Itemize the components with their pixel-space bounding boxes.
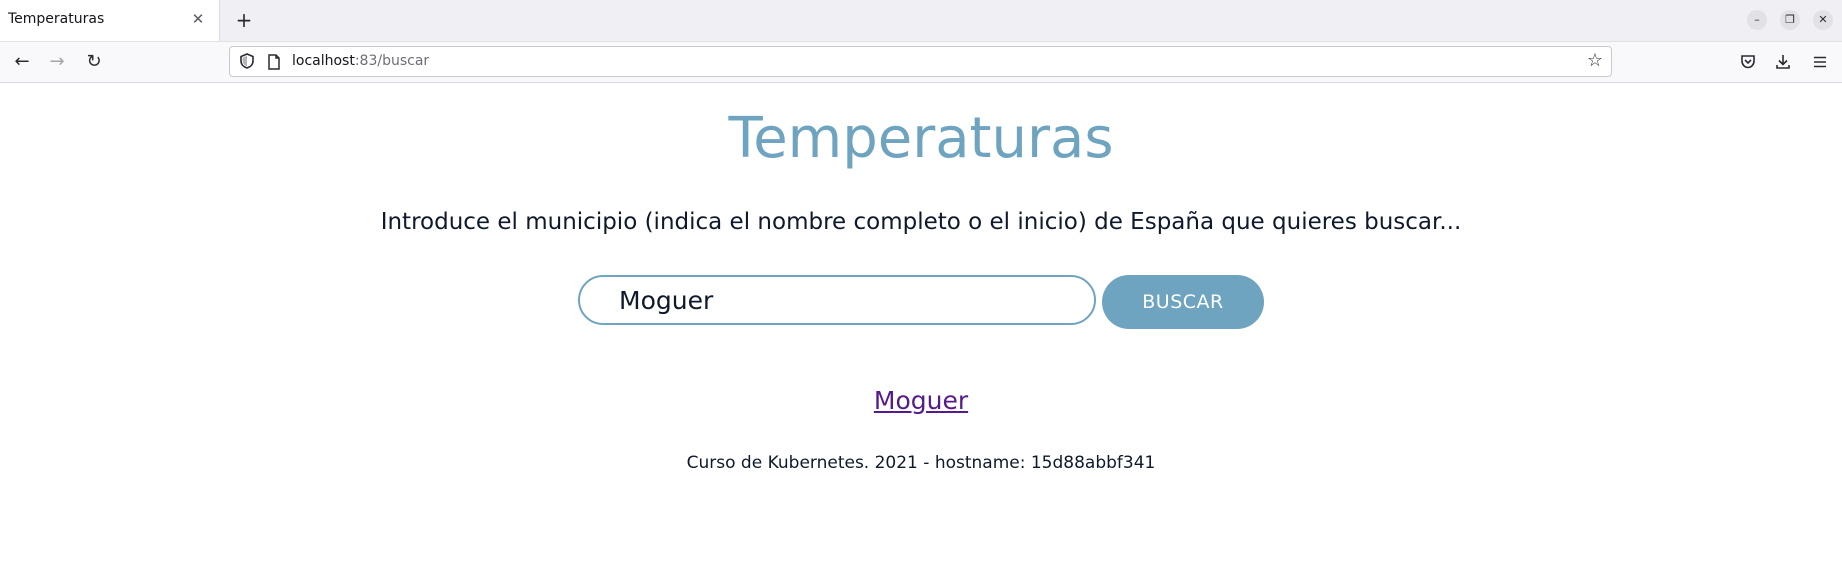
close-tab-icon[interactable]: ✕ [189, 10, 207, 28]
download-icon[interactable] [1771, 50, 1795, 74]
tab-temperaturas[interactable]: Temperaturas ✕ [0, 0, 220, 41]
minimize-icon[interactable]: – [1747, 10, 1767, 30]
search-button[interactable]: BUSCAR [1102, 275, 1264, 329]
restore-icon[interactable]: ❐ [1780, 10, 1800, 30]
intro-text: Introduce el municipio (indica el nombre… [380, 209, 1462, 235]
search-input[interactable] [578, 275, 1096, 325]
navigation-bar: ← → ↻ localhost:83/buscar ☆ [0, 42, 1842, 83]
new-tab-icon[interactable]: + [232, 8, 256, 32]
back-icon[interactable]: ← [10, 50, 34, 74]
pocket-icon[interactable] [1736, 50, 1760, 74]
url-host: localhost [292, 53, 355, 69]
tab-bar: Temperaturas ✕ + – ❐ ✕ [0, 0, 1842, 42]
url-path: :83/buscar [354, 53, 430, 69]
footer-text: Curso de Kubernetes. 2021 - hostname: 15… [686, 453, 1156, 473]
url-bar[interactable]: localhost:83/buscar ☆ [229, 46, 1612, 77]
close-window-icon[interactable]: ✕ [1813, 10, 1833, 30]
url-text[interactable]: localhost:83/buscar [292, 53, 429, 69]
result-list: Moguer [0, 386, 1842, 415]
star-icon[interactable]: ☆ [1587, 50, 1603, 71]
tab-title: Temperaturas [8, 11, 105, 27]
reload-icon[interactable]: ↻ [82, 50, 106, 74]
page-title: Temperaturas [728, 106, 1114, 171]
page-icon[interactable] [266, 53, 282, 71]
menu-icon[interactable] [1808, 50, 1832, 74]
shield-icon[interactable] [238, 52, 256, 70]
result-link-moguer[interactable]: Moguer [874, 386, 968, 415]
page-content: Temperaturas Introduce el municipio (ind… [0, 83, 1842, 562]
forward-icon[interactable]: → [45, 50, 69, 74]
